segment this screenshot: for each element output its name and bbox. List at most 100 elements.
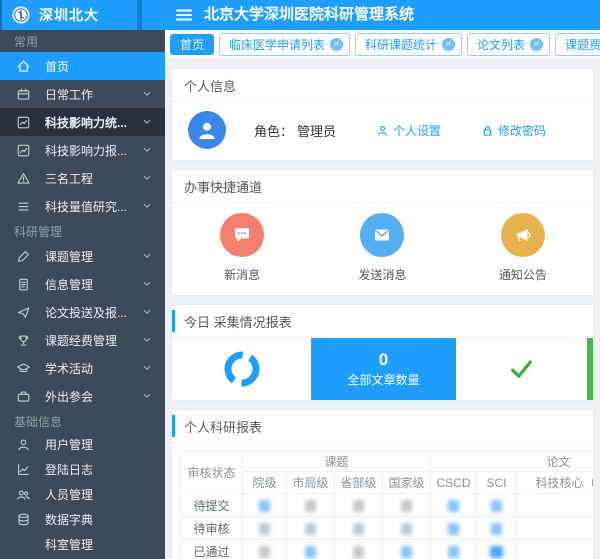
- research-report-title: 个人科研报表: [172, 410, 593, 443]
- sidebar-item-label: 首页: [45, 58, 153, 75]
- quick-action-megaphone[interactable]: 通知公告: [453, 213, 593, 283]
- tab-2[interactable]: 科研课题统计×: [355, 33, 462, 56]
- blurred-value-cell: [335, 540, 383, 559]
- page-title: 北京大学深圳医院科研管理系统: [204, 0, 414, 30]
- chat-icon: [220, 213, 264, 257]
- sidebar-item-cap[interactable]: 学术活动: [0, 354, 165, 382]
- chevron-down-icon: [141, 390, 153, 402]
- sidebar-item-users[interactable]: 人员管理: [0, 482, 165, 507]
- tab-0[interactable]: 首页: [170, 34, 214, 55]
- row-status: 待审核: [181, 517, 243, 540]
- sidebar-item-list[interactable]: 科技量值研究...: [0, 192, 165, 220]
- quick-action-chat[interactable]: 新消息: [172, 213, 312, 283]
- blurred-value-cell[interactable]: [517, 494, 593, 517]
- tab-4[interactable]: 课题费用报表×: [555, 33, 600, 56]
- sidebar-item-calendar[interactable]: 日常工作: [0, 80, 165, 108]
- tab-1[interactable]: 临床医学申请列表×: [219, 33, 350, 56]
- chevron-down-icon: [141, 334, 153, 346]
- sidebar-item-label: 科技影响力报...: [45, 142, 141, 159]
- quick-action-label: 新消息: [224, 266, 260, 283]
- chevron-down-icon: [141, 362, 153, 374]
- tab-close-icon[interactable]: ×: [330, 38, 343, 51]
- chevron-down-icon: [141, 278, 153, 290]
- table-column-header: 省部级: [335, 472, 383, 494]
- blurred-value-cell[interactable]: [243, 494, 287, 517]
- table-row: 待审核: [181, 517, 594, 540]
- blurred-value-cell[interactable]: [431, 540, 477, 559]
- articles-count-stat[interactable]: 0 全部文章数量: [311, 338, 456, 400]
- sidebar-section-label: 科研管理: [0, 222, 165, 242]
- row-status: 待提交: [181, 494, 243, 517]
- sidebar-item-briefcase[interactable]: 外出参会: [0, 382, 165, 410]
- sidebar-item-user[interactable]: 用户管理: [0, 432, 165, 457]
- sidebar-item-none[interactable]: 科室管理: [0, 532, 165, 557]
- research-report-table: 审核状态课题论文院级市局级省部级国家级CSCDSCI科技核心（统计源）期刊待提交…: [180, 451, 593, 559]
- personal-info-title: 个人信息: [172, 69, 593, 102]
- tab-close-icon[interactable]: ×: [530, 38, 543, 51]
- sidebar-item-label: 课题管理: [45, 248, 141, 265]
- sidebar-item-label: 论文投送及报...: [45, 304, 141, 321]
- chevron-down-icon: [141, 116, 153, 128]
- blurred-value-cell[interactable]: [383, 540, 431, 559]
- sidebar-item-file[interactable]: 信息管理: [0, 270, 165, 298]
- plane-icon: [15, 304, 31, 320]
- sidebar-item-label: 日常工作: [45, 86, 141, 103]
- user-icon: [15, 437, 31, 453]
- sidebar-item-label: 科室管理: [45, 536, 153, 553]
- sidebar-item-label: 课题经费管理: [45, 332, 141, 349]
- row-status: 已通过: [181, 540, 243, 559]
- main-content: 个人信息 角色：管理员 个人设置 修改密码 办事快捷通道: [165, 60, 600, 559]
- blurred-value-cell[interactable]: [517, 540, 593, 559]
- briefcase-icon: [15, 388, 31, 404]
- sidebar-item-chart[interactable]: 科技影响力统...: [0, 108, 165, 136]
- change-password-link[interactable]: 修改密码: [481, 122, 546, 139]
- blurred-value-cell[interactable]: [287, 540, 335, 559]
- role-value: 管理员: [297, 124, 336, 139]
- research-report-card: 个人科研报表 审核状态课题论文院级市局级省部级国家级CSCDSCI科技核心（统计…: [171, 409, 594, 559]
- blurred-value-cell: [287, 517, 335, 540]
- table-row: 已通过: [181, 540, 594, 559]
- sidebar-item-chart[interactable]: 科技影响力报...: [0, 136, 165, 164]
- user-icon: [376, 124, 389, 137]
- none-icon: [15, 537, 31, 553]
- sidebar-item-alert[interactable]: 三名工程: [0, 164, 165, 192]
- stat-label: 全部文章数量: [347, 371, 419, 388]
- tab-3[interactable]: 论文列表×: [467, 33, 550, 56]
- sidebar-item-database[interactable]: 数据字典: [0, 507, 165, 532]
- blurred-value-cell[interactable]: [431, 517, 477, 540]
- table-corner-header: 审核状态: [181, 452, 243, 494]
- hamburger-icon[interactable]: [174, 5, 194, 25]
- sidebar-item-chartline[interactable]: 登陆日志: [0, 457, 165, 482]
- database-icon: [15, 512, 31, 528]
- blurred-value-cell[interactable]: [477, 517, 517, 540]
- chevron-down-icon: [141, 172, 153, 184]
- hospital-logo-icon: [11, 5, 31, 25]
- table-row: 待提交: [181, 494, 594, 517]
- chevron-down-icon: [141, 250, 153, 262]
- edit-icon: [15, 248, 31, 264]
- check-icon: [456, 338, 587, 400]
- blurred-value-cell[interactable]: [431, 494, 477, 517]
- app-window: 深圳北大 北京大学深圳医院科研管理系统 常用首页日常工作科技影响力统...科技影…: [0, 0, 600, 559]
- blurred-value-cell: [287, 494, 335, 517]
- chevron-down-icon: [141, 144, 153, 156]
- blurred-value-cell[interactable]: [477, 540, 517, 559]
- stat-value: 0: [379, 350, 388, 370]
- top-header: 深圳北大 北京大学深圳医院科研管理系统: [0, 0, 600, 30]
- tab-close-icon[interactable]: ×: [442, 38, 455, 51]
- blurred-value-cell[interactable]: [477, 494, 517, 517]
- change-password-label: 修改密码: [498, 122, 546, 139]
- quick-action-mail[interactable]: 发送消息: [312, 213, 452, 283]
- sidebar-item-trophy[interactable]: 课题经费管理: [0, 326, 165, 354]
- sidebar-item-edit[interactable]: 课题管理: [0, 242, 165, 270]
- personal-settings-link[interactable]: 个人设置: [376, 122, 441, 139]
- mail-icon: [360, 213, 404, 257]
- trophy-icon: [15, 332, 31, 348]
- sidebar-item-plane[interactable]: 论文投送及报...: [0, 298, 165, 326]
- sidebar-item-label: 三名工程: [45, 170, 141, 187]
- sidebar-item-home[interactable]: 首页: [0, 52, 165, 80]
- sidebar-section-label: 基础信息: [0, 412, 165, 432]
- file-icon: [15, 276, 31, 292]
- chevron-down-icon: [141, 306, 153, 318]
- sidebar-item-label: 学术活动: [45, 360, 141, 377]
